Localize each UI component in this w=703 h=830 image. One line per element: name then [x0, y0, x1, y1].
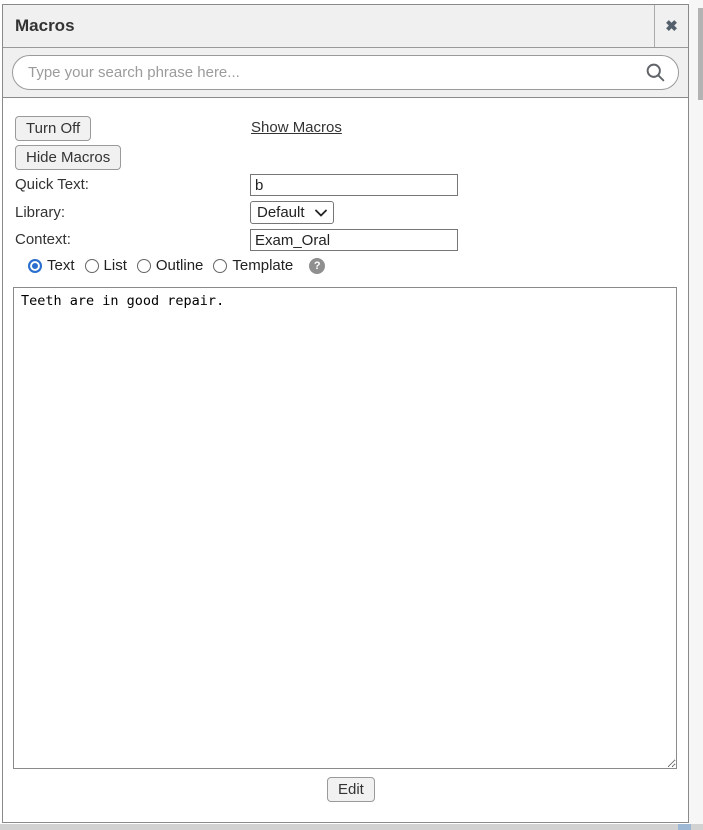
help-icon[interactable]: ?: [309, 258, 325, 274]
radio-option-template[interactable]: Template: [213, 257, 293, 274]
background-scrollbar-fragment: [698, 8, 703, 100]
dialog-body: Turn Off Show Macros Hide Macros Quick T…: [3, 99, 688, 822]
screen: Macros ✖ Turn Off Show Macros Hide M: [0, 0, 703, 830]
background-scrollthumb-fragment: [678, 824, 691, 830]
background-page-edge-bottom: [0, 824, 703, 830]
radio-option-list[interactable]: List: [85, 257, 127, 274]
search-icon[interactable]: [641, 62, 678, 83]
context-label: Context:: [15, 231, 71, 248]
radio-button-icon[interactable]: [28, 259, 42, 273]
radio-option-text[interactable]: Text: [28, 257, 75, 274]
show-macros-link[interactable]: Show Macros: [251, 119, 342, 136]
close-button[interactable]: ✖: [654, 5, 688, 47]
quick-text-label: Quick Text:: [15, 176, 89, 193]
context-input[interactable]: [250, 229, 458, 251]
radio-option-label: Text: [47, 257, 75, 274]
macro-content-textarea[interactable]: Teeth are in good repair.: [13, 287, 677, 769]
library-select[interactable]: Default: [250, 201, 334, 224]
dialog-title: Macros: [3, 16, 654, 36]
radio-option-label: Template: [232, 257, 293, 274]
edit-button[interactable]: Edit: [327, 777, 375, 802]
radio-button-icon[interactable]: [213, 259, 227, 273]
library-label: Library:: [15, 204, 65, 221]
radio-option-outline[interactable]: Outline: [137, 257, 204, 274]
quick-text-input[interactable]: [250, 174, 458, 196]
library-select-value: Default: [257, 204, 315, 221]
hide-macros-button[interactable]: Hide Macros: [15, 145, 121, 170]
macros-dialog: Macros ✖ Turn Off Show Macros Hide M: [2, 4, 689, 823]
radio-button-icon[interactable]: [137, 259, 151, 273]
radio-option-label: Outline: [156, 257, 204, 274]
dialog-header: Macros ✖: [3, 5, 688, 48]
chevron-down-icon: [315, 209, 327, 217]
close-icon: ✖: [665, 19, 678, 34]
macro-type-radio-group: Text List Outline Template ?: [28, 257, 325, 274]
search-section: [3, 48, 688, 98]
search-pill: [12, 55, 679, 90]
search-input[interactable]: [13, 56, 641, 89]
background-page-edge-right: [689, 0, 703, 830]
turn-off-button[interactable]: Turn Off: [15, 116, 91, 141]
radio-option-label: List: [104, 257, 127, 274]
radio-button-icon[interactable]: [85, 259, 99, 273]
